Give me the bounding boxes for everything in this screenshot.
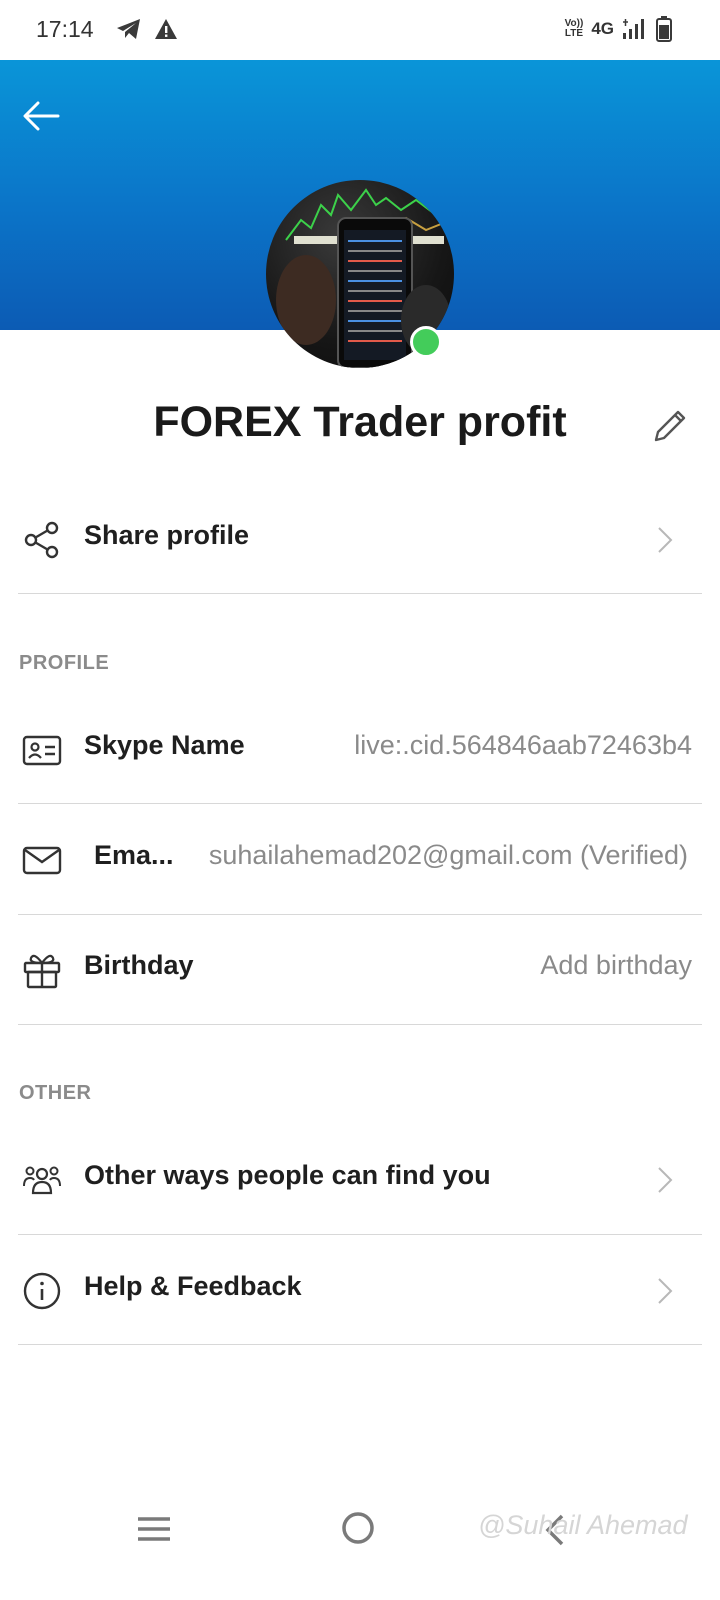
mail-icon [22,846,62,875]
find-you-label: Other ways people can find you [84,1160,491,1190]
watermark: @Suhail Ahemad [478,1510,688,1540]
network-type: 4G [591,19,614,38]
chevron-right-icon [658,1167,673,1193]
system-nav-bar: @Suhail Ahemad [0,1490,720,1600]
battery-icon [656,16,672,42]
chevron-right-icon [658,527,673,553]
menu-icon[interactable] [134,1514,174,1544]
profile-name: FOREX Trader profit [153,398,567,446]
birthday-row[interactable]: Birthday Add birthday [0,914,720,1026]
id-card-icon [22,735,62,766]
email-label: Ema... [94,840,174,870]
gift-icon [23,954,61,989]
status-right-icons: Vo)) LTE 4G [565,16,672,42]
help-feedback-row[interactable]: Help & Feedback [0,1235,720,1347]
telegram-icon [117,19,140,39]
volte-indicator: Vo)) LTE [565,19,584,39]
volte-bottom: LTE [564,28,584,39]
back-arrow-icon[interactable] [18,94,62,138]
divider [18,593,702,594]
skype-name-row[interactable]: Skype Name live:.cid.564846aab72463b4 [0,694,720,806]
divider [18,1344,702,1345]
info-icon [23,1272,61,1310]
email-row[interactable]: Ema... suhailahemad202@gmail.com (Verifi… [0,804,720,916]
warning-icon [155,19,177,39]
help-feedback-label: Help & Feedback [84,1271,302,1301]
share-icon [24,521,59,559]
pencil-icon[interactable] [648,406,690,448]
email-value: suhailahemad202@gmail.com (Verified) [208,840,688,870]
status-bar: 17:14 Vo)) LTE 4G [0,0,720,60]
home-circle-icon[interactable] [340,1510,376,1546]
signal-icon [623,19,644,39]
divider [18,1024,702,1025]
birthday-value[interactable]: Add birthday [540,950,692,981]
people-icon [23,1166,61,1195]
online-status-dot [410,326,442,358]
chevron-right-icon [658,1278,673,1304]
section-title-profile: PROFILE [19,652,110,674]
find-you-row[interactable]: Other ways people can find you [0,1124,720,1236]
share-profile-label: Share profile [84,520,250,550]
skype-name-label: Skype Name [84,730,245,760]
section-title-other: OTHER [19,1082,92,1104]
status-time: 17:14 [36,16,94,42]
status-left-icons [116,18,178,40]
share-profile-row[interactable]: Share profile [0,484,720,596]
birthday-label: Birthday [84,950,194,980]
skype-name-value: live:.cid.564846aab72463b4 [354,730,692,760]
